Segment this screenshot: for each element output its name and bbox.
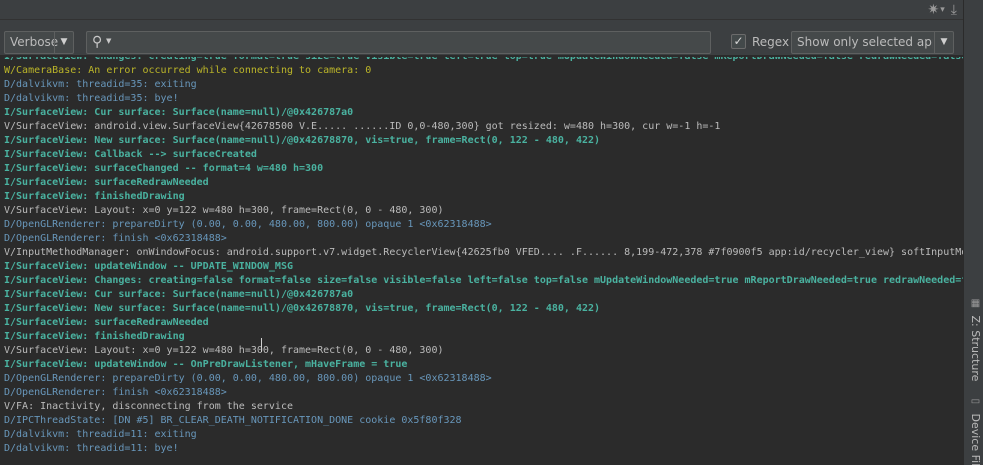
log-line: I/SurfaceView: surfaceRedrawNeeded — [4, 177, 209, 188]
tab-device-file-explorer[interactable]: ▭ Device File — [966, 396, 982, 465]
structure-icon: ▦ — [970, 298, 981, 309]
search-icon[interactable]: ⚲ — [92, 33, 102, 52]
log-lines: I/SurfaceView: Changes: creating=true fo… — [4, 57, 963, 456]
log-line: D/OpenGLRenderer: prepareDirty (0.00, 0.… — [4, 373, 492, 384]
log-line: D/dalvikvm: threadid=11: bye! — [4, 443, 179, 454]
log-line: I/SurfaceView: New surface: Surface(name… — [4, 303, 601, 314]
log-line: D/dalvikvm: threadid=35: bye! — [4, 93, 179, 104]
tab-device-file-label: Device File — [969, 413, 982, 465]
log-line: V/InputMethodManager: onWindowFocus: and… — [4, 247, 963, 258]
log-line: D/OpenGLRenderer: finish <0x62318488> — [4, 233, 227, 244]
log-line: I/SurfaceView: finishedDrawing — [4, 331, 185, 342]
chevron-down-icon[interactable]: ▼ — [54, 32, 73, 53]
search-input[interactable] — [117, 34, 702, 51]
log-line: D/dalvikvm: threadid=35: exiting — [4, 79, 197, 90]
tab-structure-label: Z: Structure — [969, 315, 982, 382]
checkmark-icon: ✓ — [733, 34, 744, 48]
logcat-output[interactable]: I/SurfaceView: Changes: creating=true fo… — [0, 57, 963, 465]
log-level-dropdown[interactable]: Verbose ▼ — [4, 31, 74, 54]
log-level-label: Verbose — [10, 35, 59, 49]
log-line: D/OpenGLRenderer: prepareDirty (0.00, 0.… — [4, 219, 492, 230]
tab-structure[interactable]: ▦ Z: Structure — [966, 298, 982, 381]
device-icon: ▭ — [970, 396, 981, 407]
log-line: I/SurfaceView: updateWindow -- OnPreDraw… — [4, 359, 408, 370]
search-history-caret-icon[interactable]: ▼ — [106, 37, 111, 45]
log-line: W/CameraBase: An error occurred while co… — [4, 65, 372, 76]
log-line: I/SurfaceView: New surface: Surface(name… — [4, 135, 601, 146]
log-line: I/SurfaceView: finishedDrawing — [4, 191, 185, 202]
text-cursor — [261, 338, 262, 352]
top-bar: ✷ ▾ ⤓ — [0, 0, 963, 20]
log-line: D/dalvikvm: threadid=11: exiting — [4, 429, 197, 440]
log-line: V/SurfaceView: Layout: x=0 y=122 w=480 h… — [4, 345, 444, 356]
log-line: I/SurfaceView: surfaceRedrawNeeded — [4, 317, 209, 328]
top-bar-icons: ✷ ▾ ⤓ — [928, 1, 957, 19]
log-line: I/SurfaceView: updateWindow -- UPDATE_WI… — [4, 261, 293, 272]
log-line: I/SurfaceView: Callback --> surfaceCreat… — [4, 149, 257, 160]
log-line: V/FA: Inactivity, disconnecting from the… — [4, 401, 293, 412]
log-line: V/SurfaceView: android.view.SurfaceView{… — [4, 121, 721, 132]
log-line: I/SurfaceView: Cur surface: Surface(name… — [4, 107, 354, 118]
hide-panel-icon[interactable]: ⤓ — [951, 1, 957, 19]
logcat-toolbar: Verbose ▼ ⚲ ▼ ✓ Regex Show only selected… — [0, 20, 963, 56]
regex-label[interactable]: Regex — [752, 35, 789, 49]
regex-checkbox[interactable]: ✓ — [731, 34, 746, 49]
gear-icon[interactable]: ✷ — [928, 1, 940, 19]
right-tool-strip: ▦ Z: Structure ▭ Device File — [963, 0, 983, 465]
log-line: D/IPCThreadState: [DN #5] BR_CLEAR_DEATH… — [4, 415, 462, 426]
search-field[interactable]: ⚲ ▼ — [86, 31, 711, 54]
chevron-down-icon[interactable]: ▼ — [934, 32, 953, 53]
app-filter-label: Show only selected applica — [797, 35, 933, 49]
log-line: I/SurfaceView: surfaceChanged -- format=… — [4, 163, 324, 174]
log-line: D/OpenGLRenderer: finish <0x62318488> — [4, 387, 227, 398]
log-line: I/SurfaceView: Changes: creating=true fo… — [4, 57, 963, 64]
dropdown-arrow-icon[interactable]: ▾ — [940, 1, 945, 19]
log-line: V/SurfaceView: Layout: x=0 y=122 w=480 h… — [4, 205, 444, 216]
log-line: I/SurfaceView: Changes: creating=false f… — [4, 275, 963, 286]
app-filter-dropdown[interactable]: Show only selected applica ▼ — [791, 31, 954, 54]
log-line: I/SurfaceView: Cur surface: Surface(name… — [4, 289, 354, 300]
